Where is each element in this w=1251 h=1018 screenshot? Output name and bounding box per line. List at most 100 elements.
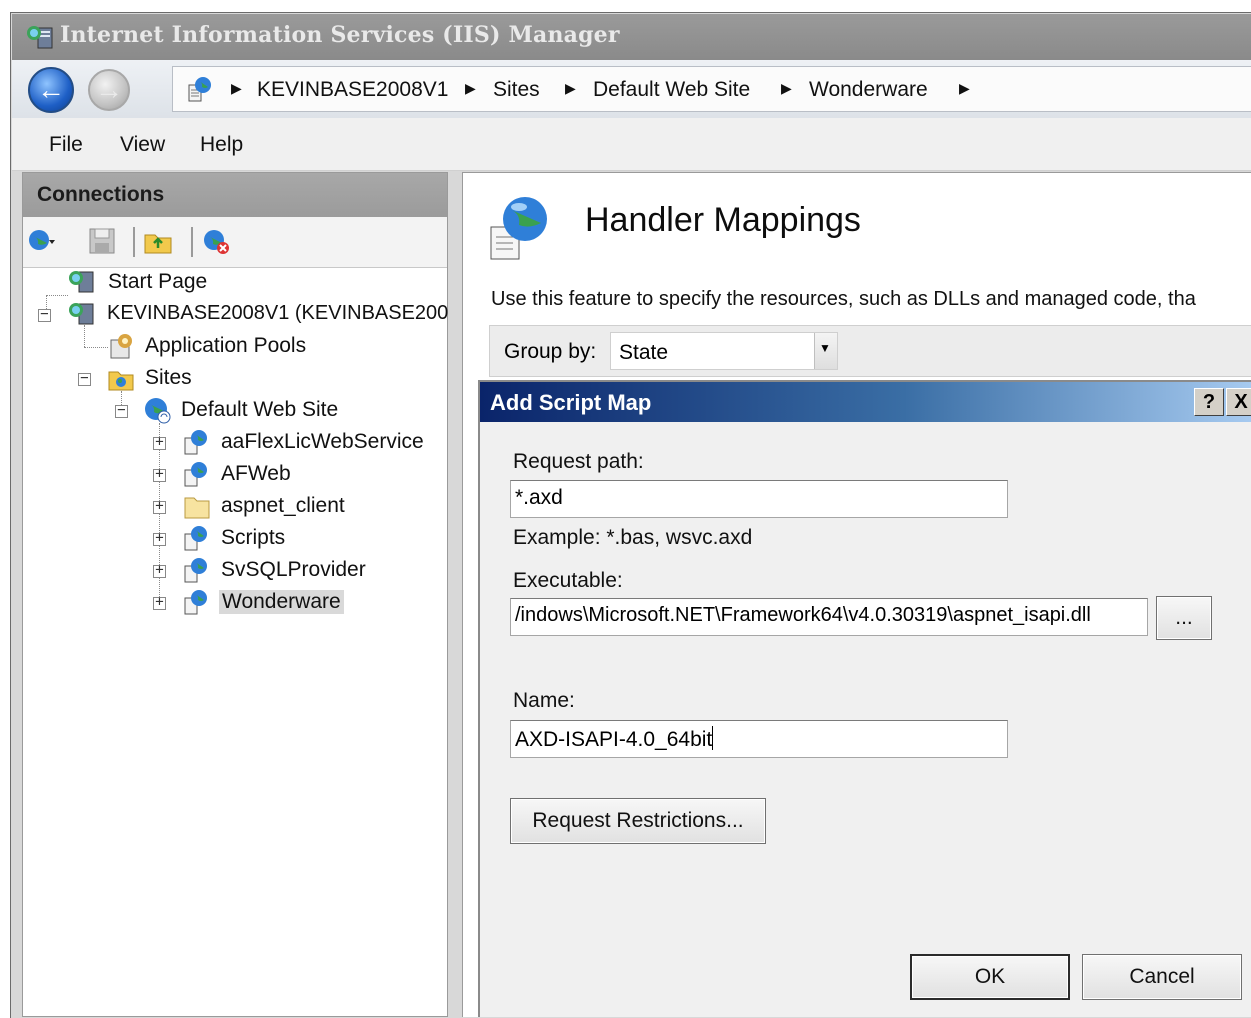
tree-label: aspnet_client [221,494,345,517]
tree-item-sites[interactable]: Sites [107,363,247,393]
tree-label: Start Page [108,270,208,293]
forward-arrow-icon: → [95,74,123,105]
dialog-title-bar: Add Script Map ? X [480,382,1251,422]
tree-label: Scripts [221,526,286,549]
tree-item-aspnet-client[interactable]: aspnet_client [183,491,383,521]
breadcrumb-server[interactable]: KEVINBASE2008V1 [257,78,448,102]
ok-button[interactable]: OK [910,954,1070,1000]
tree-label: SvSQLProvider [221,558,366,581]
feature-description: Use this feature to specify the resource… [491,288,1196,310]
chevron-down-icon: ▼ [819,341,831,355]
connections-toolbar [23,217,447,268]
breadcrumb-sites[interactable]: Sites [493,78,540,102]
menu-bar: File View Help [12,118,1251,171]
expand-toggle[interactable]: + [153,434,166,450]
tree-item-wonderware[interactable]: Wonderware [183,587,353,617]
name-value: AXD-ISAPI-4.0_64bit [515,728,713,751]
text-caret [712,726,714,750]
group-by-label: Group by: [504,340,597,363]
expand-toggle[interactable]: + [153,562,166,578]
menu-view[interactable]: View [120,133,165,157]
navigation-bar: ← → ▶ KEVINBASE2008V1 ▶ Sites ▶ Default … [12,60,1251,119]
request-path-input[interactable]: *.axd [510,480,1008,518]
connect-icon[interactable] [27,226,57,256]
tree-item-afweb[interactable]: AFWeb [183,459,333,489]
back-arrow-icon: ← [37,74,65,105]
application-icon [184,430,207,455]
breadcrumb-wonderware[interactable]: Wonderware [809,78,928,102]
menu-file[interactable]: File [49,133,83,157]
expand-toggle[interactable]: + [153,594,166,610]
title-bar: Internet Information Services (IIS) Mana… [12,14,1251,60]
tree-item-scripts[interactable]: Scripts [183,523,333,553]
expand-toggle[interactable]: + [153,530,166,546]
toolbar-separator [191,227,193,257]
executable-input[interactable]: /indows\Microsoft.NET\Framework64\v4.0.3… [510,598,1148,636]
address-bar[interactable]: ▶ KEVINBASE2008V1 ▶ Sites ▶ Default Web … [172,66,1251,112]
breadcrumb-arrow-icon[interactable]: ▶ [465,80,476,97]
request-path-example: Example: *.bas, wsvc.axd [513,526,753,549]
globe-page-icon [188,77,211,102]
tree-line [84,347,108,348]
up-folder-icon[interactable] [143,226,173,256]
tree-label: KEVINBASE2008V1 (KEVINBASE200 [107,302,449,324]
collapse-toggle[interactable]: − [78,370,91,386]
application-icon [184,462,207,487]
cancel-button[interactable]: Cancel [1082,954,1242,1000]
group-by-bar: Group by: State ▼ [489,325,1251,377]
tree-item-start-page[interactable]: Start Page [67,267,267,297]
back-button[interactable]: ← [28,67,74,113]
breadcrumb-arrow-icon[interactable]: ▶ [781,80,792,97]
app-pools-icon [110,334,132,359]
collapse-toggle[interactable]: − [38,306,51,322]
add-script-map-dialog: Add Script Map ? X Request path: *.axd E… [478,380,1251,1017]
tree-label: Application Pools [145,334,307,357]
group-by-select[interactable]: State ▼ [610,332,838,370]
name-input[interactable]: AXD-ISAPI-4.0_64bit [510,720,1008,758]
server-icon [69,303,94,325]
application-icon [184,590,207,615]
delete-connection-icon[interactable] [201,226,231,256]
breadcrumb-arrow-icon[interactable]: ▶ [231,80,242,97]
tree-item-server[interactable]: KEVINBASE2008V1 (KEVINBASE200 [67,299,449,329]
forward-button[interactable]: → [88,69,130,111]
tree-item-default-web-site[interactable]: Default Web Site [143,395,383,425]
menu-help[interactable]: Help [200,133,243,157]
tree-label: Sites [145,366,192,389]
application-icon [184,558,207,583]
folder-icon [184,497,210,519]
request-restrictions-button[interactable]: Request Restrictions... [510,798,766,844]
close-button[interactable]: X [1226,388,1251,416]
tree-label: aaFlexLicWebService [221,430,424,453]
start-page-icon [69,271,94,293]
save-icon[interactable] [87,226,117,256]
expand-toggle[interactable]: + [153,466,166,482]
help-button[interactable]: ? [1194,388,1224,416]
connections-panel: Connections Start Page − KEVINBASE2008V1… [22,172,448,1017]
breadcrumb-arrow-icon[interactable]: ▶ [959,80,970,97]
application-icon [184,526,207,551]
page-title: Handler Mappings [585,201,861,239]
tree-label: AFWeb [221,462,291,485]
tree-item-aaflexlicwebservice[interactable]: aaFlexLicWebService [183,427,433,457]
iis-app-icon [27,26,53,49]
sites-folder-icon [108,371,134,391]
website-globe-icon [145,398,171,424]
tree-item-application-pools[interactable]: Application Pools [107,331,347,361]
executable-label: Executable: [513,569,623,592]
toolbar-separator [133,227,135,257]
breadcrumb-arrow-icon[interactable]: ▶ [565,80,576,97]
window-title: Internet Information Services (IIS) Mana… [60,22,620,48]
expand-toggle[interactable]: + [153,498,166,514]
group-by-value: State [619,341,669,364]
tree-label-selected: Wonderware [219,590,344,614]
browse-button[interactable]: ... [1156,596,1212,640]
connections-header: Connections [23,173,447,217]
name-label: Name: [513,689,575,712]
breadcrumb-default-web-site[interactable]: Default Web Site [593,78,750,102]
collapse-toggle[interactable]: − [115,402,128,418]
dropdown-button[interactable]: ▼ [814,333,837,369]
tree-label: Default Web Site [181,398,339,421]
tree-item-svsqlprovider[interactable]: SvSQLProvider [183,555,383,585]
tree-line [46,295,68,296]
